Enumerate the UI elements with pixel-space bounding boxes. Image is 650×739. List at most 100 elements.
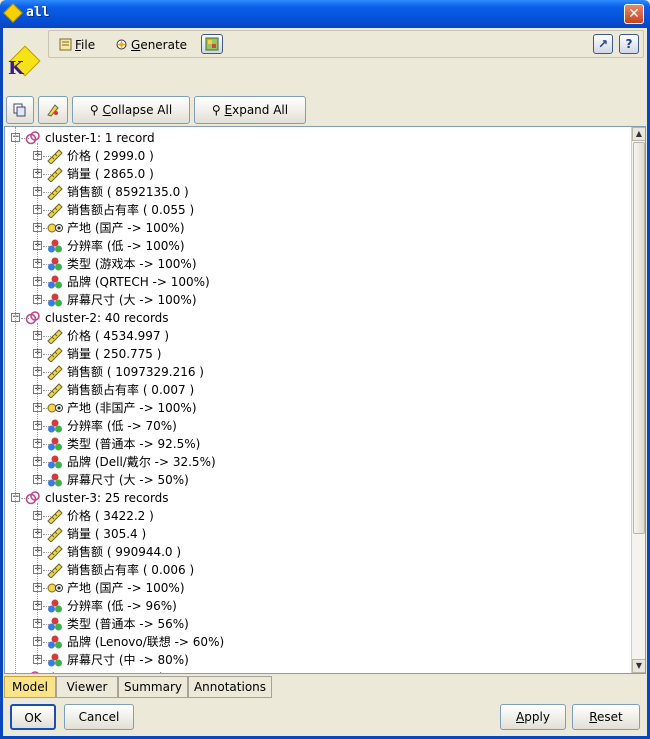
tree-connector — [37, 143, 38, 305]
expand-icon: ⚲ — [211, 103, 221, 117]
model-tree-panel: − cluster-1: 1 record + 价格 ( 2999.0 ) + 销量 ( … — [4, 126, 646, 674]
file-menu[interactable]: File — [59, 36, 95, 54]
tab-viewer[interactable]: Viewer — [56, 676, 118, 698]
field-node[interactable]: + 销量 ( 2865.0 ) — [5, 165, 631, 183]
field-node[interactable]: + 销量 ( 250.775 ) — [5, 345, 631, 363]
highlight-icon — [47, 104, 59, 117]
field-label: 销量 ( 305.4 ) — [67, 527, 147, 541]
ok-button[interactable]: OK — [10, 704, 56, 730]
field-label: 分辨率 (低 -> 100%) — [67, 239, 185, 253]
cancel-button[interactable]: Cancel — [64, 704, 134, 730]
field-label: 价格 ( 3422.2 ) — [67, 509, 154, 523]
scrollbar-thumb[interactable] — [633, 142, 645, 534]
field-node[interactable]: + 品牌 (QRTECH -> 100%) — [5, 273, 631, 291]
tree-connector — [15, 127, 16, 673]
expand-all-button[interactable]: ⚲ Expand All — [194, 96, 306, 124]
tree-connector — [37, 323, 38, 485]
field-label: 品牌 (Dell/戴尔 -> 32.5%) — [67, 455, 216, 469]
field-label: 产地 (国产 -> 100%) — [67, 221, 185, 235]
field-node[interactable]: + 销量 ( 305.4 ) — [5, 525, 631, 543]
generate-menu-icon — [116, 39, 127, 50]
field-label: 销售额占有率 ( 0.006 ) — [67, 563, 195, 577]
highlight-button[interactable] — [38, 96, 68, 124]
collapse-icon: ⚲ — [89, 103, 99, 117]
scroll-up-arrow-icon[interactable]: ▲ — [632, 127, 645, 141]
collapse-all-button[interactable]: ⚲ Collapse All — [72, 96, 190, 124]
cluster-node[interactable]: −cluster-4: 54 records — [5, 669, 631, 673]
field-node[interactable]: + 销售额 ( 990944.0 ) — [5, 543, 631, 561]
field-node[interactable]: + 销售额占有率 ( 0.055 ) — [5, 201, 631, 219]
reset-button[interactable]: Reset — [572, 704, 640, 730]
ruler-icon — [47, 329, 63, 344]
field-label: 类型 (游戏本 -> 100%) — [67, 257, 197, 271]
field-node[interactable]: + 屏幕尺寸 (大 -> 50%) — [5, 471, 631, 489]
ruler-icon — [47, 545, 63, 560]
tab-annotations[interactable]: Annotations — [188, 676, 272, 698]
scroll-down-arrow-icon[interactable]: ▼ — [632, 659, 645, 673]
field-node[interactable]: + 销售额占有率 ( 0.006 ) — [5, 561, 631, 579]
window-title: all — [26, 5, 50, 20]
cluster-label: cluster-1: 1 record — [45, 131, 155, 145]
field-label: 销售额占有率 ( 0.055 ) — [67, 203, 195, 217]
field-label: 销量 ( 2865.0 ) — [67, 167, 154, 181]
field-node[interactable]: + 类型 (普通本 -> 92.5%) — [5, 435, 631, 453]
whats-this-button[interactable]: ↗ — [593, 34, 613, 54]
ruler-icon — [47, 527, 63, 542]
copy-button[interactable] — [6, 96, 34, 124]
set-icon — [48, 437, 62, 451]
field-node[interactable]: + 产地 (非国产 -> 100%) — [5, 399, 631, 417]
field-node[interactable]: + 品牌 (Dell/戴尔 -> 32.5%) — [5, 453, 631, 471]
field-node[interactable]: + 销售额 ( 1097329.216 ) — [5, 363, 631, 381]
field-node[interactable]: + 类型 (普通本 -> 56%) — [5, 615, 631, 633]
field-node[interactable]: + 价格 ( 3422.2 ) — [5, 507, 631, 525]
field-node[interactable]: + 价格 ( 2999.0 ) — [5, 147, 631, 165]
cluster-label: cluster-2: 40 records — [45, 311, 169, 325]
ruler-icon — [47, 185, 63, 200]
palette-button[interactable] — [201, 34, 223, 54]
cluster-icon — [31, 671, 39, 673]
apply-button[interactable]: Apply — [500, 704, 566, 730]
field-node[interactable]: + 品牌 (Lenovo/联想 -> 60%) — [5, 633, 631, 651]
generate-menu[interactable]: Generate — [115, 36, 187, 54]
tab-summary[interactable]: Summary — [118, 676, 188, 698]
field-node[interactable]: + 销售额占有率 ( 0.007 ) — [5, 381, 631, 399]
field-label: 屏幕尺寸 (大 -> 50%) — [67, 473, 189, 487]
flag-icon — [47, 223, 63, 233]
cluster-node[interactable]: − cluster-3: 25 records — [5, 489, 631, 507]
field-label: 价格 ( 4534.997 ) — [67, 329, 170, 343]
cluster-icon — [25, 311, 40, 325]
field-node[interactable]: + 分辨率 (低 -> 70%) — [5, 417, 631, 435]
field-label: 类型 (普通本 -> 92.5%) — [67, 437, 201, 451]
field-node[interactable]: + 屏幕尺寸 (中 -> 80%) — [5, 651, 631, 669]
field-node[interactable]: + 产地 (国产 -> 100%) — [5, 219, 631, 237]
field-node[interactable]: + 分辨率 (低 -> 96%) — [5, 597, 631, 615]
field-node[interactable]: + 价格 ( 4534.997 ) — [5, 327, 631, 345]
field-label: 品牌 (Lenovo/联想 -> 60%) — [67, 635, 225, 649]
set-icon — [48, 617, 62, 631]
set-icon — [48, 239, 62, 253]
field-node[interactable]: + 屏幕尺寸 (大 -> 100%) — [5, 291, 631, 309]
field-node[interactable]: + 销售额 ( 8592135.0 ) — [5, 183, 631, 201]
set-icon — [48, 635, 62, 649]
set-icon — [48, 599, 62, 613]
field-node[interactable]: + 类型 (游戏本 -> 100%) — [5, 255, 631, 273]
cluster-node[interactable]: − cluster-2: 40 records — [5, 309, 631, 327]
ruler-icon — [47, 167, 63, 182]
cluster-node[interactable]: − cluster-1: 1 record — [5, 129, 631, 147]
field-node[interactable]: + 分辨率 (低 -> 100%) — [5, 237, 631, 255]
palette-icon — [205, 37, 219, 51]
help-button[interactable]: ? — [619, 34, 639, 54]
field-label: 销售额 ( 990944.0 ) — [67, 545, 182, 559]
field-label: 类型 (普通本 -> 56%) — [67, 617, 189, 631]
ruler-icon — [47, 149, 63, 164]
set-icon — [48, 257, 62, 271]
ruler-icon — [47, 509, 63, 524]
field-node[interactable]: + 产地 (国产 -> 100%) — [5, 579, 631, 597]
close-icon: ✕ — [628, 6, 640, 22]
flag-icon — [47, 583, 63, 593]
close-button[interactable]: ✕ — [624, 4, 644, 24]
field-label: 屏幕尺寸 (大 -> 100%) — [67, 293, 197, 307]
tab-model[interactable]: Model — [4, 676, 56, 698]
vertical-scrollbar[interactable]: ▲ ▼ — [631, 127, 645, 673]
tree-connector — [37, 503, 38, 665]
